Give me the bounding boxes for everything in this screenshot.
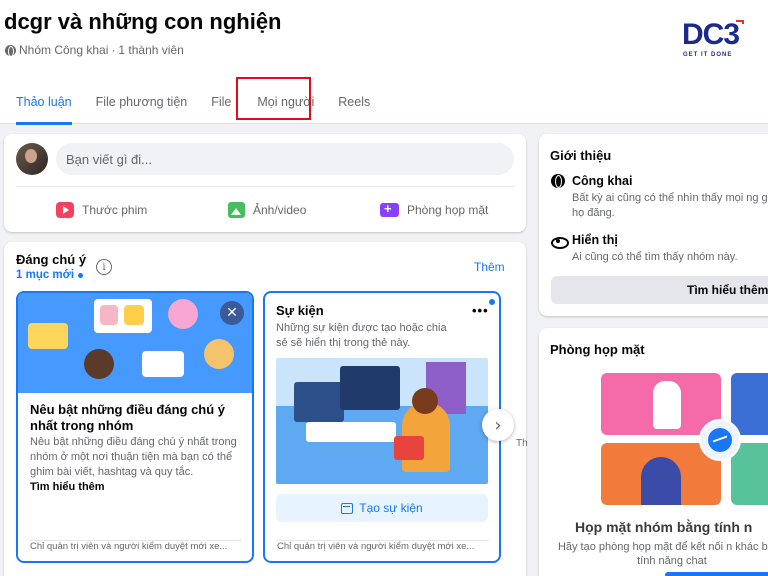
post-composer: Bạn viết gì đi... Thước phim Ảnh/video P… [4, 134, 526, 232]
see-more-link[interactable]: Thêm [474, 260, 505, 274]
more-options-icon[interactable]: ••• [472, 303, 489, 318]
screen-illustration [340, 366, 400, 410]
reel-icon [56, 202, 74, 218]
close-icon[interactable]: ✕ [220, 301, 244, 325]
dc3-logo: DC3 GET IT DONE [680, 18, 748, 60]
logo-accent-icon [736, 20, 744, 24]
card-body: Những sự kiện được tạo hoặc chia sẻ sẽ h… [276, 322, 447, 349]
eye-icon [551, 234, 569, 249]
folder-illustration [28, 323, 68, 349]
peek-card-text: Th [516, 438, 528, 449]
photo-label: Ảnh/video [253, 203, 307, 217]
rooms-heading: Họp mặt nhóm bằng tính n [575, 519, 753, 535]
about-title: Giới thiệu [550, 148, 612, 163]
tab-highlight-annotation [236, 77, 311, 120]
learn-more-link[interactable]: Tìm hiểu thêm [30, 481, 105, 493]
messenger-icon [699, 419, 741, 461]
visible-description: Ai cũng có thể tìm thấy nhóm này. [572, 251, 738, 263]
reel-button[interactable]: Thước phim [56, 196, 147, 224]
events-illustration [276, 358, 488, 484]
group-header: dcgr và những con nghiện Nhóm Công khai … [0, 0, 768, 125]
desk-illustration [306, 422, 396, 442]
new-dot-icon [78, 272, 84, 278]
photo-thumb-illustration [124, 305, 144, 325]
group-title[interactable]: dcgr và những con nghiện [4, 9, 282, 35]
compose-input[interactable]: Bạn viết gì đi... [56, 143, 514, 175]
rooms-description: Hãy tạo phòng họp mặt để kết nối n khác … [557, 541, 768, 567]
photo-thumb-illustration [100, 305, 118, 325]
dog-illustration [653, 381, 681, 429]
highlights-illustration: ✕ [18, 293, 252, 393]
rooms-card: Phòng họp mặt Họp mặt nhóm bằng tính n H… [539, 328, 768, 576]
public-description: Bất kỳ ai cũng có thể nhìn thấy mọi ng g… [572, 192, 768, 219]
public-heading: Công khai [572, 174, 633, 188]
room-button[interactable]: Phòng họp mặt [380, 196, 488, 224]
logo-text: DC [682, 18, 724, 51]
meta-separator: · [111, 43, 116, 57]
featured-card-events: Sự kiện ••• Những sự kiện được tạo hoặc … [263, 291, 501, 563]
photo-video-button[interactable]: Ảnh/video [228, 196, 306, 224]
group-tabs: Thảo luận File phương tiện File Mọi ngườ… [0, 80, 370, 125]
create-room-button[interactable] [665, 572, 768, 576]
featured-new-count: 1 mục mới [16, 269, 84, 281]
featured-title: Đáng chú ý [16, 252, 87, 267]
video-tile-illustration [731, 373, 768, 435]
about-card: Giới thiệu Công khai Bất kỳ ai cũng có t… [539, 134, 768, 316]
learn-more-button[interactable]: Tìm hiểu thêm [551, 276, 768, 304]
unread-dot-icon [489, 299, 495, 305]
person-head-illustration [412, 388, 438, 414]
card-footer: Chỉ quản trị viên và người kiểm duyệt mớ… [277, 540, 489, 552]
tab-discussion[interactable]: Thảo luận [16, 80, 72, 125]
divider [16, 186, 514, 187]
create-event-button[interactable]: Tạo sự kiện [276, 494, 488, 522]
logo-tagline: GET IT DONE [683, 52, 733, 58]
person-illustration [641, 457, 681, 505]
group-meta: Nhóm Công khai · 1 thành viên [5, 43, 184, 57]
person-illustration [204, 339, 234, 369]
chevron-right-icon[interactable]: › [482, 409, 514, 441]
tab-media[interactable]: File phương tiện [96, 80, 188, 124]
card-footer: Chỉ quản trị viên và người kiểm duyệt mớ… [30, 540, 242, 552]
card-heading: Nêu bật những điều đáng chú ý nhất trong… [30, 402, 226, 433]
room-icon [380, 201, 399, 217]
group-members[interactable]: 1 thành viên [118, 43, 183, 57]
tab-reels[interactable]: Reels [338, 80, 370, 124]
info-icon[interactable]: i [96, 259, 112, 275]
globe-icon [5, 44, 16, 57]
hashtag-card-illustration [142, 351, 184, 377]
globe-icon [551, 174, 565, 188]
tab-files[interactable]: File [211, 80, 231, 124]
book-illustration [394, 436, 424, 460]
reel-label: Thước phim [82, 203, 148, 217]
avatar[interactable] [16, 143, 48, 175]
calendar-icon [341, 502, 354, 514]
photo-icon [228, 202, 245, 218]
new-count-label: 1 mục mới [16, 269, 75, 281]
room-label: Phòng họp mặt [407, 203, 489, 217]
person-illustration [168, 299, 198, 329]
visible-heading: Hiển thị [572, 233, 618, 247]
person-illustration [84, 349, 114, 379]
card-body: Nêu bật những điều đáng chú ý nhất trong… [30, 436, 237, 478]
group-privacy: Nhóm Công khai [19, 43, 109, 57]
featured-card-highlights: ✕ Nêu bật những điều đáng chú ý nhất tro… [16, 291, 254, 563]
rooms-title: Phòng họp mặt [550, 342, 645, 357]
rooms-illustration [601, 373, 768, 509]
screen-illustration [294, 382, 344, 422]
card-heading: Sự kiện [276, 303, 324, 318]
featured-section: Đáng chú ý 1 mục mới i Thêm ✕ Nêu bật nh… [4, 242, 528, 576]
create-event-label: Tạo sự kiện [359, 501, 423, 515]
